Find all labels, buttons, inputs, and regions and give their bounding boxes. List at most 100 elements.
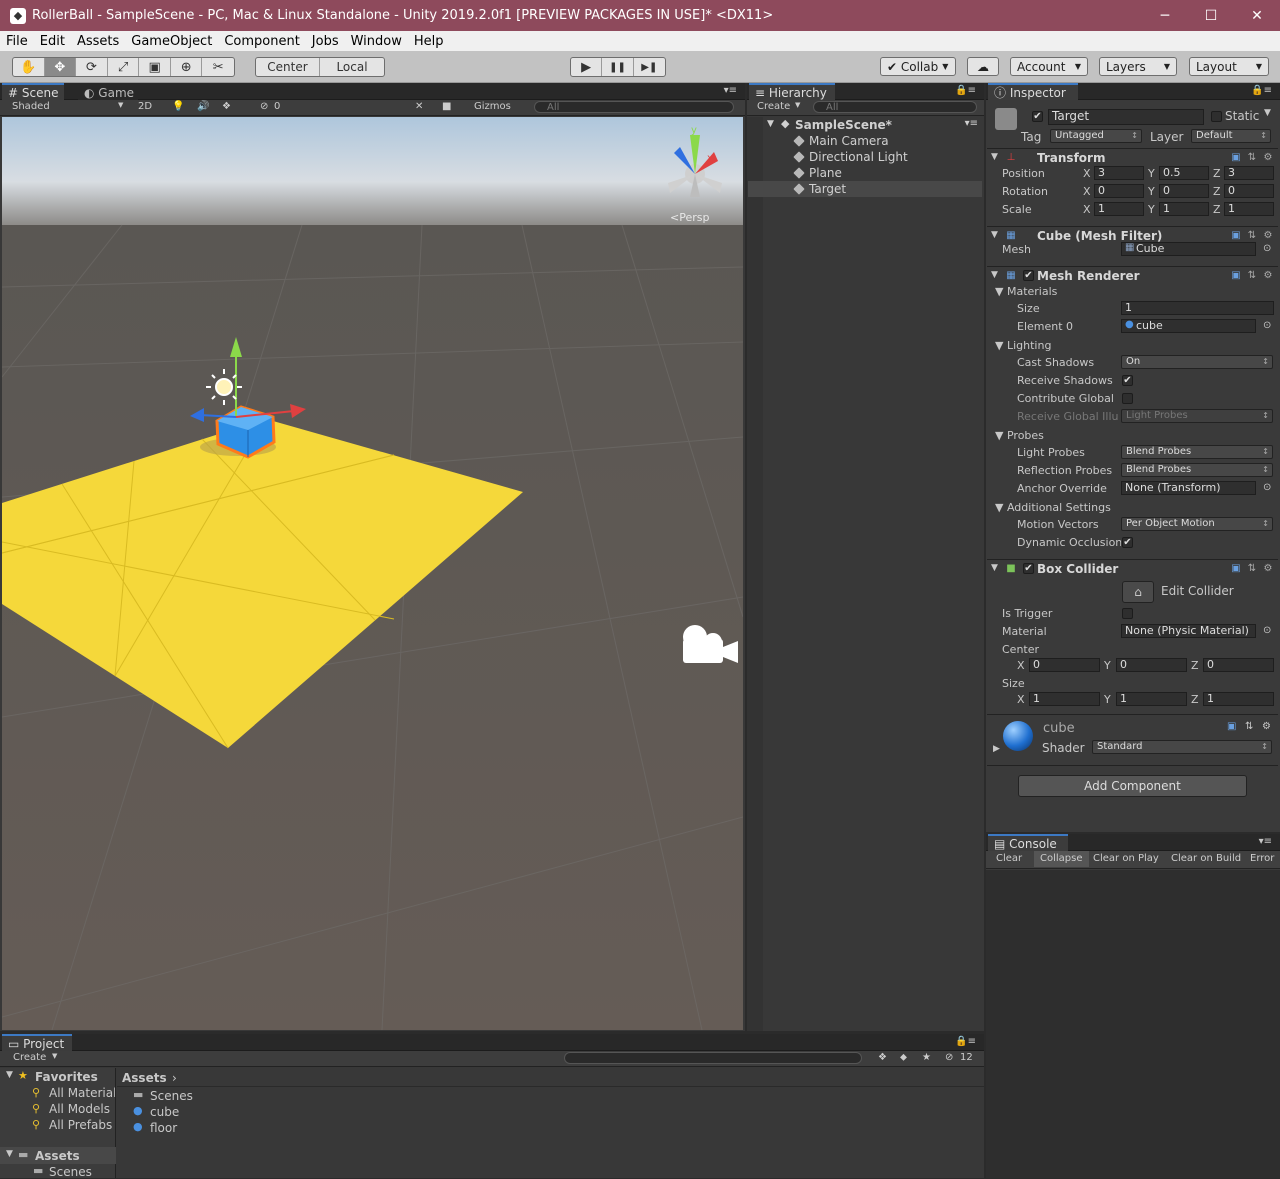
custom-tool-icon[interactable]: ✂ bbox=[202, 58, 234, 76]
hierarchy-create-button[interactable]: Create bbox=[757, 101, 790, 112]
asset-scenes-folder[interactable]: Scenes bbox=[150, 1089, 193, 1103]
object-picker-icon[interactable]: ⊙ bbox=[1263, 482, 1271, 493]
transform-header[interactable]: ▼ ⊥ Transform ▣ ⇅ ⚙ bbox=[987, 148, 1278, 166]
settings-gear-icon[interactable]: ⚙ bbox=[1262, 230, 1274, 242]
hand-tool-icon[interactable]: ✋ bbox=[13, 58, 45, 76]
box-collider-enabled-checkbox[interactable]: ✔ bbox=[1023, 563, 1034, 574]
lighting-toggle-icon[interactable]: 💡 bbox=[172, 101, 184, 112]
maximize-button[interactable]: ☐ bbox=[1188, 0, 1234, 31]
scale-x-field[interactable]: 1 bbox=[1094, 202, 1144, 216]
active-checkbox[interactable]: ✔ bbox=[1032, 111, 1043, 122]
mesh-renderer-enabled-checkbox[interactable]: ✔ bbox=[1023, 270, 1034, 281]
hierarchy-item-plane[interactable]: Plane bbox=[748, 165, 982, 181]
preset-icon[interactable]: ⇅ bbox=[1246, 270, 1258, 282]
object-picker-icon[interactable]: ⊙ bbox=[1263, 625, 1271, 636]
settings-gear-icon[interactable]: ⚙ bbox=[1262, 270, 1274, 282]
hidden-objects-icon[interactable]: ⊘ bbox=[260, 101, 268, 112]
foldout-arrow-icon[interactable]: ▼ bbox=[991, 270, 998, 280]
pause-button[interactable]: ❚❚ bbox=[602, 58, 634, 76]
console-clear-on-play-button[interactable]: Clear on Play bbox=[1093, 853, 1159, 864]
rotation-x-field[interactable]: 0 bbox=[1094, 184, 1144, 198]
project-search-input[interactable] bbox=[564, 1052, 862, 1064]
static-checkbox[interactable] bbox=[1211, 111, 1222, 122]
foldout-arrow-icon[interactable]: ▼ bbox=[6, 1149, 13, 1159]
help-icon[interactable]: ▣ bbox=[1230, 152, 1242, 164]
foldout-arrow-icon[interactable]: ▼ bbox=[991, 152, 998, 162]
menu-jobs[interactable]: Jobs bbox=[306, 34, 345, 49]
tab-console[interactable]: ▤ Console bbox=[988, 834, 1068, 851]
breadcrumb-assets[interactable]: Assets bbox=[122, 1071, 167, 1085]
menu-help[interactable]: Help bbox=[408, 34, 450, 49]
dynamic-occlusion-checkbox[interactable]: ✔ bbox=[1122, 537, 1133, 548]
favorite-all-models[interactable]: All Models bbox=[49, 1102, 110, 1116]
tab-inspector[interactable]: ⓘ Inspector bbox=[988, 83, 1078, 100]
box-collider-header[interactable]: ▼ ■ ✔ Box Collider ▣ ⇅ ⚙ bbox=[987, 559, 1278, 577]
filter-by-label-icon[interactable]: ⬥ bbox=[900, 1052, 907, 1063]
menu-file[interactable]: File bbox=[0, 34, 34, 49]
lighting-foldout[interactable]: ▼ Lighting bbox=[995, 339, 1051, 352]
static-dropdown-icon[interactable]: ▼ bbox=[1264, 108, 1271, 118]
projection-label[interactable]: <Persp bbox=[670, 211, 709, 224]
help-icon[interactable]: ▣ bbox=[1230, 563, 1242, 575]
filter-by-type-icon[interactable]: ❖ bbox=[878, 1052, 887, 1063]
panel-menu-icon[interactable]: ▾≡ bbox=[1259, 836, 1272, 847]
layer-dropdown[interactable]: Default bbox=[1191, 129, 1271, 143]
rotate-tool-icon[interactable]: ⟳ bbox=[76, 58, 108, 76]
rect-tool-icon[interactable]: ▣ bbox=[139, 58, 171, 76]
scale-y-field[interactable]: 1 bbox=[1159, 202, 1209, 216]
layers-dropdown[interactable]: Layers ▼ bbox=[1099, 57, 1177, 76]
transform-tool-icon[interactable]: ⊕ bbox=[171, 58, 203, 76]
help-icon[interactable]: ▣ bbox=[1230, 270, 1242, 282]
menu-edit[interactable]: Edit bbox=[34, 34, 71, 49]
account-dropdown[interactable]: Account ▼ bbox=[1010, 57, 1088, 76]
settings-gear-icon[interactable]: ⚙ bbox=[1262, 152, 1274, 164]
anchor-override-field[interactable]: None (Transform) bbox=[1121, 481, 1256, 495]
foldout-arrow-icon[interactable]: ▼ bbox=[991, 230, 998, 240]
materials-size-field[interactable]: 1 bbox=[1121, 301, 1274, 315]
panel-menu-icon[interactable]: 🔒≡ bbox=[1251, 85, 1272, 96]
asset-floor-material[interactable]: floor bbox=[150, 1121, 177, 1135]
shader-dropdown[interactable]: Standard bbox=[1092, 740, 1272, 754]
rotation-z-field[interactable]: 0 bbox=[1224, 184, 1274, 198]
gizmos-dropdown[interactable]: Gizmos bbox=[474, 101, 511, 112]
console-clear-button[interactable]: Clear bbox=[996, 853, 1022, 864]
element0-field[interactable]: cube bbox=[1121, 319, 1256, 333]
foldout-arrow-icon[interactable]: ▼ bbox=[991, 563, 998, 573]
move-tool-icon[interactable]: ✥ bbox=[44, 58, 77, 76]
toggle-2d-button[interactable]: 2D bbox=[138, 101, 152, 112]
tab-game[interactable]: ◐ Game bbox=[78, 83, 138, 100]
probes-foldout[interactable]: ▼ Probes bbox=[995, 429, 1044, 442]
position-z-field[interactable]: 3 bbox=[1224, 166, 1274, 180]
cast-shadows-dropdown[interactable]: On bbox=[1121, 355, 1273, 369]
tag-dropdown[interactable]: Untagged bbox=[1050, 129, 1142, 143]
is-trigger-checkbox[interactable] bbox=[1122, 608, 1133, 619]
panel-menu-icon[interactable]: 🔒≡ bbox=[955, 1036, 976, 1047]
tab-project[interactable]: ▭ Project bbox=[2, 1034, 72, 1051]
size-y-field[interactable]: 1 bbox=[1116, 692, 1187, 706]
preset-icon[interactable]: ⇅ bbox=[1246, 563, 1258, 575]
favorite-all-materials[interactable]: All Materials bbox=[49, 1086, 115, 1100]
menu-window[interactable]: Window bbox=[345, 34, 408, 49]
cloud-button[interactable]: ☁ bbox=[967, 57, 999, 76]
console-error-pause-button[interactable]: Error bbox=[1250, 853, 1274, 864]
physic-material-field[interactable]: None (Physic Material) bbox=[1121, 624, 1256, 638]
pivot-local-button[interactable]: Local bbox=[320, 58, 384, 76]
scale-z-field[interactable]: 1 bbox=[1224, 202, 1274, 216]
reflection-probes-dropdown[interactable]: Blend Probes bbox=[1121, 463, 1273, 477]
hierarchy-item-main-camera[interactable]: Main Camera bbox=[748, 133, 982, 149]
help-icon[interactable]: ▣ bbox=[1227, 721, 1236, 732]
materials-foldout[interactable]: ▼ Materials bbox=[995, 285, 1057, 298]
object-name-field[interactable]: Target bbox=[1048, 109, 1204, 125]
additional-settings-foldout[interactable]: ▼ Additional Settings bbox=[995, 501, 1111, 514]
motion-vectors-dropdown[interactable]: Per Object Motion bbox=[1121, 517, 1273, 531]
center-z-field[interactable]: 0 bbox=[1203, 658, 1274, 672]
assets-tree-scenes[interactable]: Scenes bbox=[49, 1165, 92, 1179]
menu-assets[interactable]: Assets bbox=[71, 34, 125, 49]
favorites-label[interactable]: Favorites bbox=[35, 1070, 98, 1084]
menu-component[interactable]: Component bbox=[218, 34, 305, 49]
hierarchy-search-input[interactable]: All bbox=[813, 101, 977, 113]
console-collapse-button[interactable]: Collapse bbox=[1034, 851, 1089, 867]
project-create-button[interactable]: Create bbox=[13, 1052, 46, 1063]
pivot-center-button[interactable]: Center bbox=[256, 58, 320, 76]
mesh-renderer-header[interactable]: ▼ ▦ ✔ Mesh Renderer ▣ ⇅ ⚙ bbox=[987, 266, 1278, 284]
